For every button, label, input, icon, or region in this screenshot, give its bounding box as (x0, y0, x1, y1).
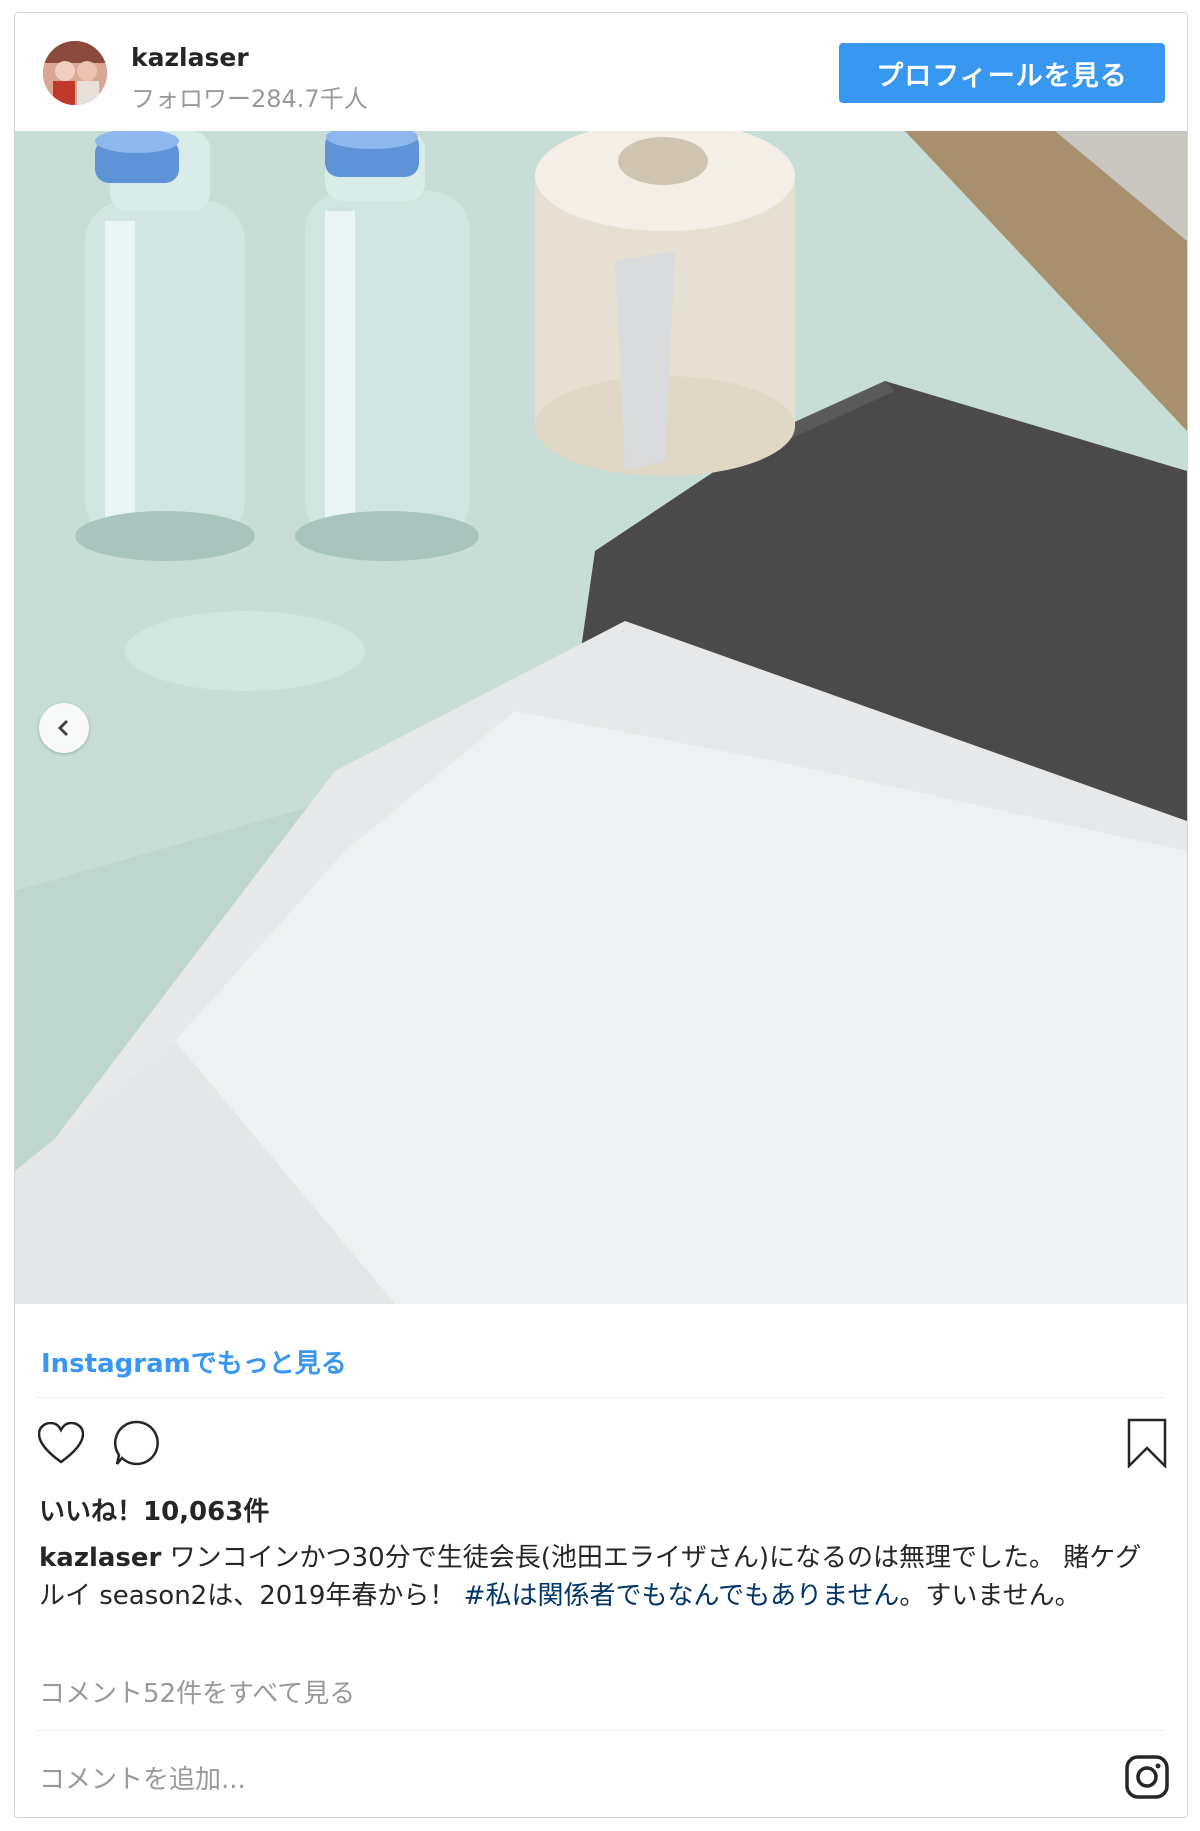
comment-button[interactable] (109, 1417, 165, 1473)
save-button[interactable] (1119, 1417, 1175, 1473)
caption-username[interactable]: kazlaser (39, 1543, 161, 1573)
previous-slide-button[interactable] (39, 703, 89, 753)
divider (37, 1397, 1165, 1398)
divider (37, 1730, 1165, 1731)
follower-count: フォロワー284.7千人 (131, 85, 368, 113)
caption-tail: 。すいません。 (899, 1581, 1081, 1611)
more-on-instagram-link[interactable]: Instagramでもっと見る (41, 1343, 347, 1380)
instagram-embed-card: kazlaser フォロワー284.7千人 プロフィールを見る Instagra… (14, 12, 1188, 1818)
chevron-left-icon (54, 718, 74, 738)
post-image[interactable] (15, 131, 1187, 1304)
like-button[interactable] (33, 1417, 89, 1473)
avatar[interactable] (43, 41, 107, 105)
view-profile-button[interactable]: プロフィールを見る (839, 43, 1165, 103)
like-count: いいね！10,063件 (39, 1497, 270, 1527)
instagram-icon (1125, 1755, 1169, 1803)
comment-icon (113, 1419, 161, 1471)
post-header: kazlaser フォロワー284.7千人 プロフィールを見る (15, 13, 1187, 131)
post-caption: kazlaser ワンコインかつ30分で生徒会長(池田エライザさん)になるのは無… (39, 1539, 1159, 1615)
comment-input[interactable] (39, 1760, 939, 1800)
caption-hashtag[interactable]: #私は関係者でもなんでもありません (464, 1581, 900, 1611)
username[interactable]: kazlaser (131, 43, 249, 72)
view-all-comments-link[interactable]: コメント52件をすべて見る (39, 1673, 355, 1710)
bookmark-icon (1127, 1418, 1167, 1472)
instagram-logo-link[interactable] (1119, 1751, 1175, 1807)
heart-icon (37, 1421, 85, 1468)
